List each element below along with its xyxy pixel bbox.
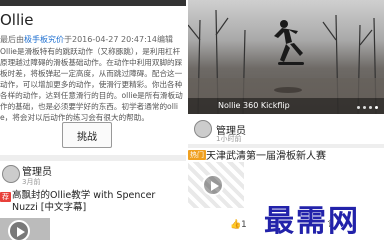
meta-prefix: 最后由 bbox=[0, 35, 24, 44]
card-time: 3月前 bbox=[22, 178, 41, 186]
video-caption: Nollie 360 Kickflip bbox=[218, 101, 290, 110]
video-caption-bar: Nollie 360 Kickflip bbox=[188, 98, 384, 114]
left-panel: Ollie 最后由极手板究价于2016-04-27 20:47:14编辑 Oll… bbox=[0, 0, 186, 240]
status-bar bbox=[0, 0, 186, 6]
like-count: 1 bbox=[241, 220, 247, 230]
meta-author-link[interactable]: 极手板究价 bbox=[24, 35, 64, 44]
carousel-dot[interactable] bbox=[363, 106, 366, 109]
hot-badge: 热门 bbox=[188, 150, 206, 160]
meta-suffix: 于2016-04-27 20:47:14编辑 bbox=[64, 35, 173, 44]
card-title[interactable]: 高飘封的Ollie教学 with Spencer Nuzzi [中文字幕] bbox=[12, 190, 184, 214]
avatar[interactable] bbox=[194, 120, 212, 138]
recommend-badge: 荐 bbox=[0, 192, 11, 202]
challenge-button[interactable]: 挑战 bbox=[62, 122, 112, 148]
play-icon[interactable] bbox=[202, 174, 224, 196]
play-icon[interactable] bbox=[8, 220, 30, 240]
card-time: 1小时前 bbox=[216, 135, 242, 143]
carousel-dot-active[interactable] bbox=[375, 106, 378, 109]
carousel-dots bbox=[357, 106, 378, 109]
card-author[interactable]: 管理员 bbox=[22, 163, 52, 178]
video-thumbnail[interactable] bbox=[0, 218, 50, 240]
video-thumbnail[interactable] bbox=[188, 162, 244, 208]
card-title[interactable]: 天津武清第一届滑板新人赛 bbox=[206, 147, 326, 162]
divider bbox=[0, 155, 186, 161]
avatar[interactable] bbox=[2, 165, 20, 183]
carousel-dot[interactable] bbox=[357, 106, 360, 109]
video-player[interactable]: Nollie 360 Kickflip bbox=[188, 0, 384, 114]
post-title: Ollie bbox=[0, 11, 34, 29]
watermark-logo: 最需网 bbox=[264, 204, 360, 239]
post-body: Ollie是滑板特有的跳跃动作（又称豚跳），是利用杠杆原理越过障碍的滑板基础动作… bbox=[0, 47, 183, 122]
thumbs-up-icon[interactable]: 👍 bbox=[230, 220, 241, 230]
video-frame bbox=[188, 9, 384, 114]
post-meta: 最后由极手板究价于2016-04-27 20:47:14编辑 bbox=[0, 34, 173, 45]
carousel-dot[interactable] bbox=[369, 106, 372, 109]
